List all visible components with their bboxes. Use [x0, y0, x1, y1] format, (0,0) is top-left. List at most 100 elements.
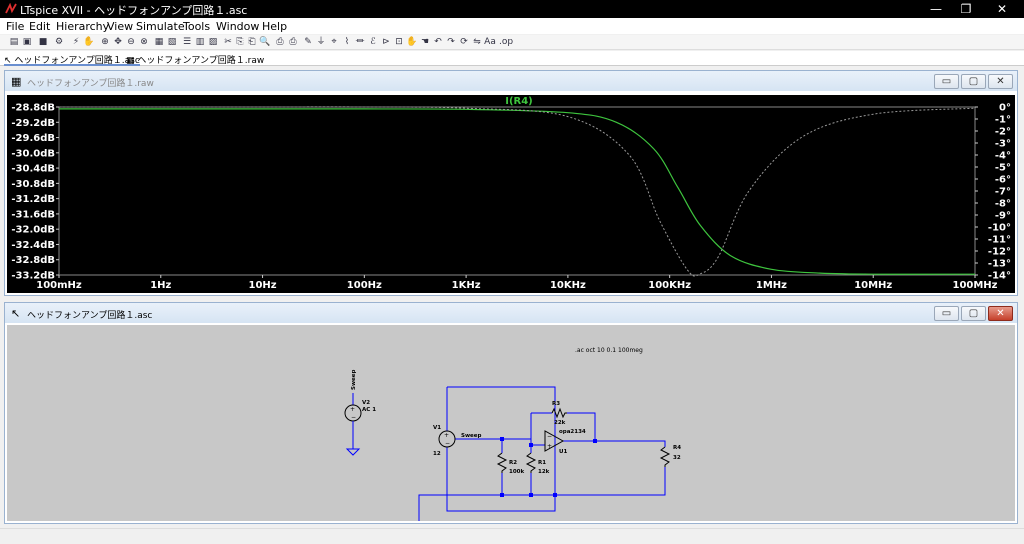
- schematic-maximize-button[interactable]: ▢: [961, 306, 986, 321]
- tile-horizontal-icon[interactable]: ☰: [181, 36, 193, 48]
- pan-icon[interactable]: ✥: [112, 36, 124, 48]
- r4-resistor[interactable]: R4 32: [659, 445, 681, 467]
- v1-value[interactable]: 12: [433, 451, 441, 457]
- phase-trace[interactable]: [58, 106, 976, 277]
- inductor-icon[interactable]: ℰ: [367, 36, 379, 48]
- r2-name[interactable]: R2: [509, 460, 517, 466]
- cascade-icon[interactable]: ▨: [207, 36, 219, 48]
- menu-view[interactable]: View: [107, 20, 133, 33]
- v2-value[interactable]: AC 1: [362, 407, 376, 413]
- y-left-tick-label: -28.8dB: [11, 103, 55, 114]
- capacitor-icon[interactable]: ⏛: [354, 36, 366, 48]
- u1-name[interactable]: U1: [559, 449, 567, 455]
- waveform-plot[interactable]: -28.8dB -29.2dB -29.6dB -30.0dB -30.4dB -30.8…: [7, 95, 1015, 293]
- zoom-fit-icon[interactable]: ⊗: [138, 36, 150, 48]
- tab-waveform[interactable]: ▦ ヘッドフォンアンプ回路１.raw: [126, 53, 264, 66]
- x-tick-label: 100MHz: [952, 280, 997, 291]
- menu-hierarchy[interactable]: Hierarchy: [56, 20, 109, 33]
- zoom-out-icon[interactable]: ⊖: [125, 36, 137, 48]
- y-left-tick-label: -32.8dB: [11, 255, 55, 266]
- tab-schematic[interactable]: ↖ ヘッドフォンアンプ回路１.asc: [4, 53, 140, 66]
- label-net-icon[interactable]: ⌖: [328, 36, 340, 48]
- menu-window[interactable]: Window: [216, 20, 259, 33]
- r3-name[interactable]: R3: [552, 401, 560, 407]
- schematic-window-title: ヘッドフォンアンプ回路１.asc: [27, 311, 153, 321]
- find-icon[interactable]: 🔍: [259, 36, 271, 48]
- print-icon[interactable]: ⎙: [287, 36, 299, 48]
- r3-resistor[interactable]: R3 22k: [551, 401, 567, 426]
- wires: [418, 386, 666, 521]
- trace-label-i-r4[interactable]: I(R4): [505, 96, 533, 107]
- halt-icon[interactable]: ✋: [83, 36, 95, 48]
- mirror-icon[interactable]: ⇋: [471, 36, 483, 48]
- waveform-maximize-button[interactable]: ▢: [961, 74, 986, 89]
- y-right-tick-label: -1°: [995, 115, 1011, 126]
- autorange-icon[interactable]: ▦: [153, 36, 165, 48]
- r3-value[interactable]: 22k: [554, 420, 566, 426]
- copy-icon[interactable]: ⎘: [234, 36, 246, 48]
- opamp-model[interactable]: opa2134: [559, 429, 586, 435]
- redo-icon[interactable]: ↷: [445, 36, 457, 48]
- r4-name[interactable]: R4: [673, 445, 681, 451]
- save-icon[interactable]: ■: [37, 36, 49, 48]
- u1-opamp[interactable]: − + opa2134 U1: [544, 429, 586, 455]
- sweep-net-label[interactable]: Sweep: [461, 433, 482, 439]
- magnitude-trace[interactable]: [59, 108, 976, 275]
- spice-directive[interactable]: .ac oct 10 0.1 100meg: [575, 347, 643, 354]
- ground-icon[interactable]: ⏚: [315, 36, 327, 48]
- rotate-icon[interactable]: ⟳: [458, 36, 470, 48]
- y-right-tick-label: -9°: [995, 211, 1011, 222]
- component-icon[interactable]: ⊡: [393, 36, 405, 48]
- sweep-net-label-top[interactable]: Sweep: [351, 369, 357, 390]
- text-icon[interactable]: Aa: [484, 36, 496, 48]
- move-icon[interactable]: ✋: [406, 36, 418, 48]
- x-tick-label: 100KHz: [648, 280, 691, 291]
- r4-value[interactable]: 32: [673, 455, 681, 461]
- window-restore-button[interactable]: ❐: [946, 0, 986, 18]
- resistor-icon[interactable]: ⌇: [341, 36, 353, 48]
- diode-icon[interactable]: ⊳: [380, 36, 392, 48]
- r2-resistor[interactable]: R2 100k: [496, 452, 524, 475]
- grid-icon[interactable]: ▧: [166, 36, 178, 48]
- paste-icon[interactable]: ⎗: [246, 36, 258, 48]
- cut-icon[interactable]: ✂: [222, 36, 234, 48]
- waveform-minimize-button[interactable]: ▭: [934, 74, 959, 89]
- v1-source[interactable]: + − V1 12 Sweep: [433, 425, 482, 457]
- zoom-in-icon[interactable]: ⊕: [99, 36, 111, 48]
- menu-tools[interactable]: Tools: [183, 20, 210, 33]
- r2-value[interactable]: 100k: [509, 469, 524, 475]
- r1-resistor[interactable]: R1 12k: [525, 452, 550, 475]
- drag-icon[interactable]: ☚: [419, 36, 431, 48]
- spice-directive-icon[interactable]: .op: [499, 36, 513, 48]
- schematic-close-button[interactable]: ✕: [988, 306, 1013, 321]
- menu-file[interactable]: File: [6, 20, 24, 33]
- toolbar: ▤ ▣ ■ ⚙ ⚡ ✋ ⊕ ✥ ⊖ ⊗ ▦ ▧ ☰ ▥ ▨ ✂ ⎘ ⎗ 🔍 ⎙ …: [0, 35, 1024, 50]
- v2-source[interactable]: Sweep + − V2 AC 1: [344, 369, 376, 456]
- new-schematic-icon[interactable]: ▤: [8, 36, 20, 48]
- schematic-icon: ↖: [4, 56, 12, 66]
- r1-name[interactable]: R1: [538, 460, 546, 466]
- window-title: LTspice XVII - ヘッドフォンアンプ回路１.asc: [20, 4, 248, 17]
- control-panel-icon[interactable]: ⚙: [53, 36, 65, 48]
- v1-name[interactable]: V1: [433, 425, 441, 431]
- window-close-button[interactable]: ✕: [982, 0, 1022, 18]
- tile-vertical-icon[interactable]: ▥: [194, 36, 206, 48]
- schematic-minimize-button[interactable]: ▭: [934, 306, 959, 321]
- print-setup-icon[interactable]: ⎙: [274, 36, 286, 48]
- y-left-tick-label: -31.6dB: [11, 209, 55, 220]
- y-right-tick-label: -5°: [995, 163, 1011, 174]
- run-icon[interactable]: ⚡: [70, 36, 82, 48]
- y-left-tick-label: -31.2dB: [11, 194, 55, 205]
- open-icon[interactable]: ▣: [21, 36, 33, 48]
- menu-simulate[interactable]: Simulate: [136, 20, 185, 33]
- schematic-drawing: .ac oct 10 0.1 100meg Sweep + − V2 AC 1: [344, 347, 681, 521]
- waveform-close-button[interactable]: ✕: [988, 74, 1013, 89]
- wire-icon[interactable]: ✎: [302, 36, 314, 48]
- undo-icon[interactable]: ↶: [432, 36, 444, 48]
- schematic-canvas[interactable]: .ac oct 10 0.1 100meg Sweep + − V2 AC 1: [7, 325, 1015, 521]
- x-tick-label: 10KHz: [550, 280, 586, 291]
- menu-edit[interactable]: Edit: [29, 20, 50, 33]
- r1-value[interactable]: 12k: [538, 469, 550, 475]
- menu-help[interactable]: Help: [262, 20, 287, 33]
- v2-name[interactable]: V2: [362, 400, 370, 406]
